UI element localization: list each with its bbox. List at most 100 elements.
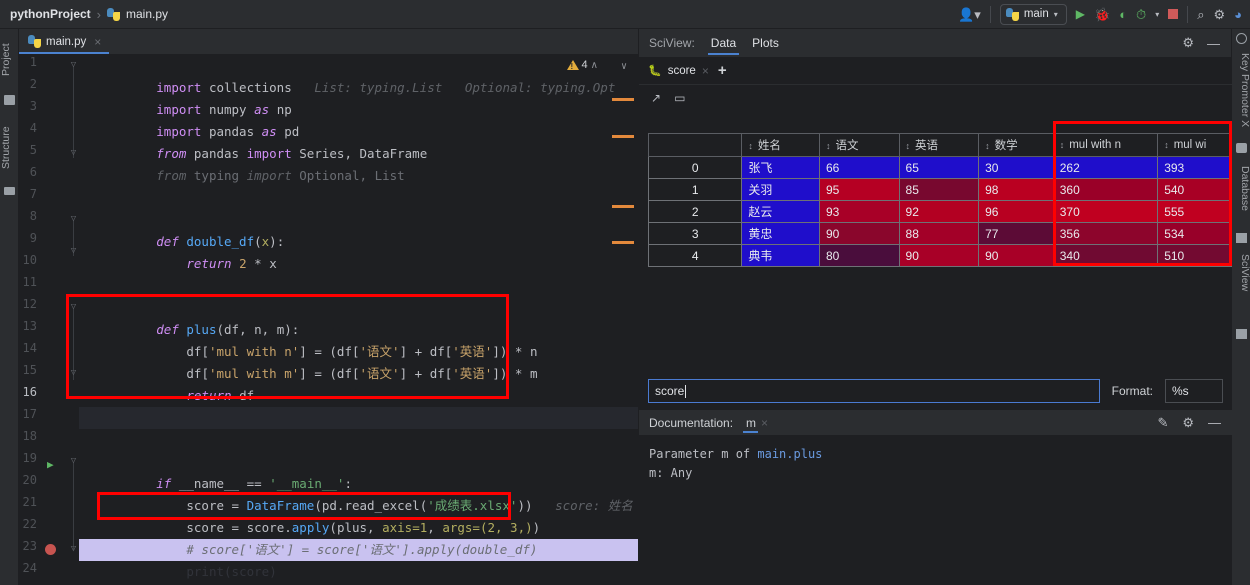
fold-end-icon[interactable]: ▽ [69, 247, 78, 256]
gear-icon[interactable]: ⚙ [1182, 35, 1194, 51]
gear-icon[interactable]: ⚙ [1213, 8, 1225, 21]
data-tab-score[interactable]: 🐛 score × [648, 64, 709, 78]
cell-math[interactable]: 98 [978, 178, 1054, 201]
table-row[interactable]: 1 关羽 95 85 98 360 540 [647, 178, 1232, 201]
close-icon[interactable]: × [761, 416, 768, 430]
minimize-icon[interactable]: — [1207, 36, 1220, 51]
fold-end-icon[interactable]: ▽ [69, 149, 78, 158]
profiler-chevron-down-icon[interactable]: ▾ [1155, 10, 1159, 19]
cell-mul-with-n[interactable]: 340 [1052, 244, 1159, 267]
column-header-index[interactable] [647, 133, 743, 157]
documentation-tab-label: m [746, 415, 757, 430]
fold-collapse-icon[interactable]: ▽ [69, 61, 78, 70]
editor-gutter[interactable]: 1 2 3 4 5 6 7 8 9 10 11 12 13 14 15 16 1… [19, 55, 79, 585]
cell-mul-with-m[interactable]: 534 [1157, 222, 1232, 245]
cell-mul-with-n[interactable]: 360 [1052, 178, 1159, 201]
column-header-mul-with-m[interactable]: ↕ mul wi [1157, 133, 1232, 157]
cell-name[interactable]: 典韦 [741, 244, 820, 267]
warning-marker[interactable] [612, 241, 634, 244]
tab-plots[interactable]: Plots [752, 29, 779, 57]
fold-collapse-icon[interactable]: ▽ [69, 303, 78, 312]
close-icon[interactable]: × [94, 35, 101, 49]
cell-mul-with-m[interactable]: 510 [1157, 244, 1232, 267]
table-row[interactable]: 0 张飞 66 65 30 262 393 [647, 156, 1232, 179]
column-header-mul-with-n[interactable]: ↕ mul with n [1052, 133, 1159, 157]
close-icon[interactable]: × [702, 64, 709, 78]
sidebar-item-database[interactable]: Database [1232, 157, 1250, 219]
search-icon[interactable]: ⌕ [1197, 8, 1204, 21]
fold-end-icon[interactable]: ▽ [69, 369, 78, 378]
column-header-chinese[interactable]: ↕ 语文 [818, 133, 900, 157]
cell-mul-with-n[interactable]: 370 [1052, 200, 1159, 223]
sidebar-item-project[interactable]: Project [0, 33, 19, 87]
debug-button[interactable]: 🐞 [1094, 8, 1110, 21]
data-table[interactable]: ↕ 姓名 ↕ 语文 ↕ 英语 ↕ 数学 ↕ mul with n ↕ mul wi 0 张飞… [647, 133, 1232, 267]
cell-chinese[interactable]: 95 [818, 178, 900, 201]
sidebar-item-key-promoter[interactable]: Key Promoter X [1232, 47, 1250, 133]
cell-math[interactable]: 96 [978, 200, 1054, 223]
cell-english[interactable]: 92 [898, 200, 980, 223]
cell-name[interactable]: 赵云 [741, 200, 820, 223]
minimize-icon[interactable]: — [1208, 415, 1221, 430]
profile-dropdown-icon[interactable]: 👤▾ [958, 8, 981, 21]
sidebar-item-structure[interactable]: Structure [0, 117, 19, 179]
cell-name[interactable]: 张飞 [741, 156, 820, 179]
cell-mul-with-m[interactable]: 393 [1157, 156, 1232, 179]
cell-mul-with-n[interactable]: 356 [1052, 222, 1159, 245]
cell-mul-with-n[interactable]: 262 [1052, 156, 1159, 179]
cell-english[interactable]: 90 [898, 244, 980, 267]
cell-math[interactable]: 30 [978, 156, 1054, 179]
column-header-name[interactable]: ↕ 姓名 [741, 133, 820, 157]
run-button[interactable]: ▶ [1076, 7, 1085, 21]
fold-end-icon[interactable]: ▽ [69, 545, 78, 554]
inspection-status[interactable]: 4 ∧ [566, 59, 598, 71]
cell-chinese[interactable]: 90 [818, 222, 900, 245]
plugin-icon[interactable]: ◕ [1234, 8, 1242, 21]
cell-english[interactable]: 65 [898, 156, 980, 179]
breadcrumb-file[interactable]: main.py [126, 7, 168, 21]
column-header-english[interactable]: ↕ 英语 [898, 133, 980, 157]
table-row[interactable]: 2 赵云 93 92 96 370 555 [647, 200, 1232, 223]
cell-mul-with-m[interactable]: 555 [1157, 200, 1232, 223]
breakpoint-icon[interactable] [45, 544, 56, 555]
cell-chinese[interactable]: 93 [818, 200, 900, 223]
cell-name[interactable]: 关羽 [741, 178, 820, 201]
breadcrumb-project[interactable]: pythonProject [10, 7, 91, 21]
cell-english[interactable]: 85 [898, 178, 980, 201]
warning-marker[interactable] [612, 205, 634, 208]
tab-data[interactable]: Data [707, 29, 740, 57]
cell-chinese[interactable]: 80 [818, 244, 900, 267]
format-input[interactable]: %s [1165, 379, 1223, 403]
stop-button[interactable] [1168, 9, 1179, 19]
run-configuration-selector[interactable]: main ▾ [999, 3, 1067, 25]
cell-math[interactable]: 90 [978, 244, 1054, 267]
documentation-link[interactable]: main.plus [757, 447, 822, 461]
cell-math[interactable]: 77 [978, 222, 1054, 245]
fold-collapse-icon[interactable]: ▽ [69, 457, 78, 466]
table-row[interactable]: 4 典韦 80 90 90 340 510 [647, 244, 1232, 267]
sidebar-item-sciview[interactable]: SciView [1232, 247, 1250, 299]
documentation-tab-m[interactable]: m × [743, 410, 768, 436]
column-header-math[interactable]: ↕ 数学 [978, 133, 1054, 157]
fold-collapse-icon[interactable]: ▽ [69, 215, 78, 224]
columns-icon[interactable]: ▭ [674, 91, 685, 105]
run-coverage-button[interactable]: ◐ [1119, 8, 1127, 21]
cell-name[interactable]: 黄忠 [741, 222, 820, 245]
chevron-down-icon[interactable]: ∨ [621, 61, 627, 72]
cell-mul-with-m[interactable]: 540 [1157, 178, 1232, 201]
gear-icon[interactable]: ⚙ [1182, 415, 1194, 431]
run-line-icon[interactable]: ▶ [47, 458, 54, 471]
edit-icon[interactable]: ✎ [1157, 415, 1168, 431]
expand-icon[interactable]: ↗ [651, 91, 661, 105]
chevron-up-icon[interactable]: ∧ [591, 60, 598, 71]
cell-chinese[interactable]: 66 [818, 156, 900, 179]
search-input[interactable]: score [648, 379, 1100, 403]
cell-english[interactable]: 88 [898, 222, 980, 245]
code-editor[interactable]: 1 2 3 4 5 6 7 8 9 10 11 12 13 14 15 16 1… [19, 55, 638, 585]
warning-marker[interactable] [612, 98, 634, 101]
warning-marker[interactable] [612, 135, 634, 138]
profiler-button[interactable]: ⏱ [1136, 8, 1146, 21]
editor-tab-main-py[interactable]: main.py × [19, 29, 110, 54]
table-row[interactable]: 3 黄忠 90 88 77 356 534 [647, 222, 1232, 245]
add-tab-button[interactable]: + [718, 62, 727, 79]
